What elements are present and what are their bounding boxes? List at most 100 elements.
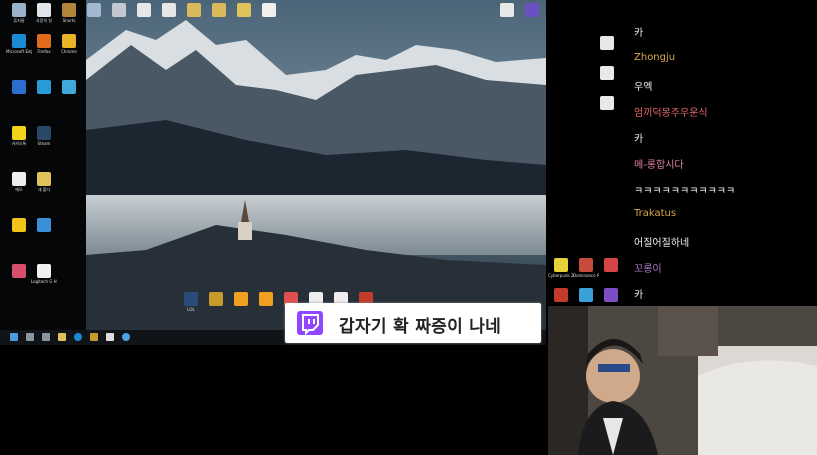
desktop-icon[interactable]: 사랑의 일 bbox=[31, 3, 57, 23]
chat-username[interactable]: 꼬롱이 bbox=[634, 260, 662, 275]
file-explorer-icon[interactable] bbox=[58, 333, 66, 341]
desktop-icon-label: Chrome bbox=[61, 49, 77, 54]
desktop-icon-label: 사랑의 일 bbox=[36, 18, 52, 23]
app-icon bbox=[525, 3, 539, 17]
app-icon bbox=[12, 172, 26, 186]
desktop-icon[interactable] bbox=[548, 288, 574, 303]
chat-message-partial: 카 bbox=[634, 28, 644, 39]
app-icon bbox=[162, 3, 176, 17]
edge-icon[interactable] bbox=[74, 333, 82, 341]
desktop-icon[interactable] bbox=[494, 3, 520, 18]
desktop-icon[interactable] bbox=[206, 3, 232, 18]
app-icon bbox=[12, 218, 26, 232]
chat-message: 카 bbox=[634, 134, 644, 145]
desktop-icon[interactable] bbox=[156, 3, 182, 18]
desktop-icon-label: 카카오톡 bbox=[11, 141, 27, 146]
desktop-icon[interactable] bbox=[594, 36, 620, 51]
app-active-icon[interactable] bbox=[90, 333, 98, 341]
app-icon[interactable] bbox=[106, 333, 114, 341]
app-icon bbox=[212, 3, 226, 17]
desktop-icon[interactable] bbox=[253, 292, 279, 307]
desktop-icon[interactable]: 새 폴더 bbox=[31, 172, 57, 192]
desktop-icon[interactable] bbox=[6, 218, 32, 233]
app-icon bbox=[600, 96, 614, 110]
desktop-icon[interactable] bbox=[598, 288, 624, 303]
start-icon[interactable] bbox=[10, 333, 18, 341]
stream-frame: 휴지통 사랑의 일 Shorts Microsoft Edge Firefox Chrom… bbox=[0, 0, 817, 455]
twitch-alert-banner: 갑자기 확 짜증이 나네 bbox=[285, 303, 541, 343]
desktop-icon[interactable]: Cyberpunk 2077 bbox=[548, 258, 574, 278]
desktop-icon[interactable] bbox=[181, 3, 207, 18]
app-icon bbox=[62, 34, 76, 48]
app-icon bbox=[12, 3, 26, 17]
app-icon[interactable] bbox=[122, 333, 130, 341]
desktop-icon[interactable] bbox=[31, 80, 57, 95]
desktop-icon-label: 새 폴더 bbox=[37, 187, 51, 192]
desktop-icon-label: Dominance Raker bbox=[573, 273, 599, 278]
desktop-icon[interactable]: Dominance Raker bbox=[573, 258, 599, 278]
desktop-capture: 휴지통 사랑의 일 Shorts Microsoft Edge Firefox Chrom… bbox=[0, 0, 546, 345]
desktop-icon[interactable]: Shorts bbox=[56, 3, 82, 23]
desktop-icon[interactable]: Chrome bbox=[56, 34, 82, 54]
desktop-icon[interactable] bbox=[594, 96, 620, 111]
desktop-icon[interactable] bbox=[573, 288, 599, 303]
desktop-icon[interactable] bbox=[31, 218, 57, 233]
desktop-icon[interactable] bbox=[56, 80, 82, 95]
task-view-icon[interactable] bbox=[42, 333, 50, 341]
desktop-icon[interactable]: 카카오톡 bbox=[6, 126, 32, 146]
desktop-icon[interactable] bbox=[231, 3, 257, 18]
desktop-icon[interactable] bbox=[203, 292, 229, 307]
desktop-icon[interactable] bbox=[81, 3, 107, 18]
app-icon bbox=[62, 3, 76, 17]
chat-username[interactable]: Trakatus bbox=[634, 208, 676, 219]
app-icon bbox=[579, 258, 593, 272]
app-icon bbox=[600, 36, 614, 50]
desktop-icon[interactable]: 메모 bbox=[6, 172, 32, 192]
desktop-icon[interactable] bbox=[228, 292, 254, 307]
desktop-icon[interactable] bbox=[131, 3, 157, 18]
chat-username[interactable]: 엄끼덕몽주우운식 bbox=[634, 104, 708, 119]
desktop-icon-label: Firefox bbox=[37, 49, 51, 54]
desktop-icon[interactable]: LOL bbox=[178, 292, 204, 312]
app-icon bbox=[259, 292, 273, 306]
desktop-icon[interactable] bbox=[106, 3, 132, 18]
app-icon bbox=[37, 80, 51, 94]
app-icon bbox=[37, 264, 51, 278]
app-icon bbox=[112, 3, 126, 17]
desktop-icon[interactable]: 휴지통 bbox=[6, 3, 32, 23]
desktop-icon-label: Cyberpunk 2077 bbox=[548, 273, 574, 278]
twitch-logo-icon bbox=[297, 311, 323, 336]
desktop-icon[interactable] bbox=[6, 264, 32, 279]
app-icon bbox=[62, 80, 76, 94]
app-icon bbox=[500, 3, 514, 17]
app-icon bbox=[12, 34, 26, 48]
webcam-feed bbox=[548, 306, 817, 455]
desktop-icon[interactable]: Steam bbox=[31, 126, 57, 146]
desktop-icon[interactable]: Logitech G HUB bbox=[31, 264, 57, 284]
desktop-icon[interactable] bbox=[519, 3, 545, 18]
desktop-icon[interactable] bbox=[256, 3, 282, 18]
app-icon bbox=[37, 3, 51, 17]
chat-message: 어질어질하네 bbox=[634, 238, 690, 249]
app-icon bbox=[187, 3, 201, 17]
desktop-icon[interactable]: Microsoft Edge bbox=[6, 34, 32, 54]
app-icon bbox=[262, 3, 276, 17]
search-icon[interactable] bbox=[26, 333, 34, 341]
chat-username[interactable]: 메-롱합시다 bbox=[634, 156, 684, 171]
app-icon bbox=[600, 66, 614, 80]
chat-message: 우엑 bbox=[634, 82, 653, 93]
wallpaper-mountains bbox=[86, 0, 546, 330]
desktop-icon[interactable] bbox=[6, 80, 32, 95]
app-icon bbox=[604, 288, 618, 302]
desktop-icon-label: LOL bbox=[187, 307, 195, 312]
chat-username[interactable]: Zhongju bbox=[634, 52, 675, 63]
chat-panel: 카 Zhongju 우엑 엄끼덕몽주우운식 카 메-롱합시다 ㅋㅋㅋㅋㅋㅋㅋㅋㅋㅋㅋ Tra… bbox=[628, 0, 817, 305]
desktop-icon-label: 휴지통 bbox=[13, 18, 25, 23]
desktop-icon[interactable] bbox=[598, 258, 624, 273]
desktop-icon-label: Steam bbox=[37, 141, 51, 146]
app-icon bbox=[237, 3, 251, 17]
desktop-icon-label: Microsoft Edge bbox=[6, 49, 32, 54]
desktop-icon[interactable] bbox=[594, 66, 620, 81]
desktop-icon[interactable]: Firefox bbox=[31, 34, 57, 54]
app-icon bbox=[37, 126, 51, 140]
